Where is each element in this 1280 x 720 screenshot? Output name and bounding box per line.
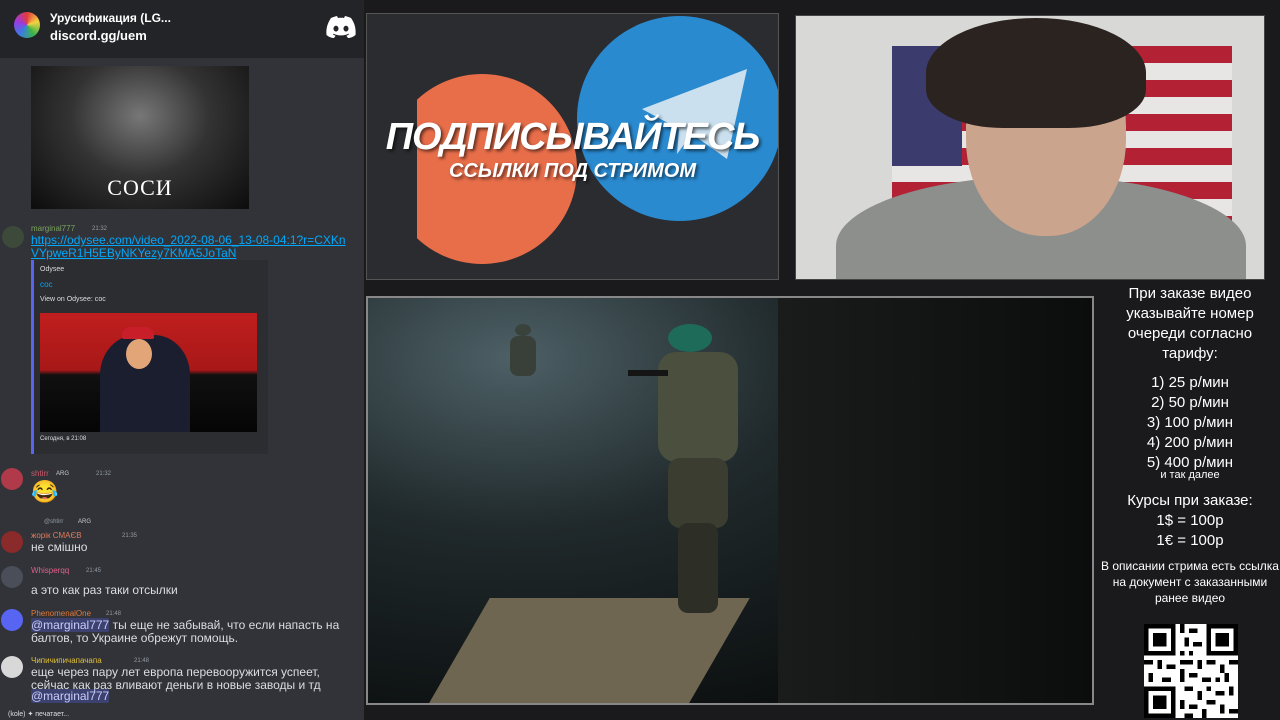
avatar[interactable]	[1, 468, 23, 490]
username[interactable]: Чипичипичапачапа	[31, 656, 102, 665]
timestamp: 21:35	[122, 533, 138, 539]
username[interactable]: PhenomenalOne	[31, 609, 91, 618]
server-link[interactable]: discord.gg/uem	[50, 28, 147, 43]
message-text: @marginal777 ты еще не забывай, что если…	[31, 618, 359, 645]
subscribe-banner: ПОДПИСЫВАЙТЕСЬ ССЫЛКИ ПОД СТРИМОМ	[366, 13, 779, 280]
tariff-list: 1) 25 р/мин 2) 50 р/мин 3) 100 р/мин 4) …	[1100, 373, 1280, 473]
avatar[interactable]	[1, 609, 23, 631]
course-item: 1$ = 100р	[1156, 512, 1224, 529]
courses-heading: Курсы при заказе:	[1127, 492, 1253, 509]
username[interactable]: жорік СМАЄВ	[31, 531, 82, 540]
banner-subtitle: ССЫЛКИ ПОД СТРИМОМ	[448, 160, 697, 182]
discord-widget-header: Урусификация (LG... discord.gg/uem	[0, 0, 364, 58]
avatar[interactable]	[2, 226, 24, 248]
embed-description: View on Odysee: сос	[40, 296, 106, 303]
emoji-message: 😂	[31, 479, 59, 504]
username[interactable]: shtirr	[31, 469, 49, 478]
exchange-rates: Курсы при заказе: 1$ = 100р 1€ = 100р	[1100, 491, 1280, 551]
discord-logo-icon	[326, 16, 356, 38]
user-badge: ARG	[56, 471, 70, 477]
tariff-item: 4) 200 р/мин	[1146, 434, 1234, 451]
message-text: не смішно	[31, 540, 88, 554]
embed-footer: Сегодня, в 21:08	[40, 436, 87, 442]
timestamp: 21:48	[106, 611, 122, 617]
embed-face	[126, 339, 152, 369]
soldier-figure-background	[510, 324, 536, 376]
tariff-item: 3) 100 р/мин	[1146, 414, 1234, 431]
attached-image[interactable]: СОСИ	[31, 66, 249, 209]
video-player[interactable]	[366, 296, 1094, 705]
embed-provider: Odysee	[40, 266, 65, 273]
tariff-item: 2) 50 р/мин	[1151, 394, 1229, 411]
banner-title: ПОДПИСЫВАЙТЕСЬ	[385, 116, 761, 158]
timestamp: 21:48	[134, 658, 150, 664]
username[interactable]: Whisperqq	[31, 566, 69, 575]
avatar[interactable]	[1, 566, 23, 588]
message-mention-line: @marginal777	[31, 689, 110, 703]
message-link[interactable]: https://odysee.com/video_2022-08-06_13-0…	[31, 234, 351, 260]
video-wall	[778, 298, 1092, 703]
embed-cap	[122, 327, 154, 339]
order-instructions: При заказе видео указывайте номер очеред…	[1126, 285, 1254, 362]
user-mention[interactable]: @marginal777	[31, 689, 110, 703]
streamer-webcam	[795, 15, 1265, 280]
soldier-figure	[628, 324, 738, 613]
timestamp: 21:32	[92, 226, 108, 232]
qr-code[interactable]	[1144, 624, 1238, 718]
timestamp: 21:32	[96, 471, 112, 477]
streamer-hair	[926, 18, 1146, 128]
course-item: 1€ = 100р	[1156, 532, 1224, 549]
reply-reference[interactable]: @shtirr	[44, 519, 63, 525]
discord-chat-overlay: Урусификация (LG... discord.gg/uem СОСИ …	[0, 0, 364, 720]
order-info-panel: При заказе видео указывайте номер очеред…	[1100, 282, 1280, 720]
server-name: Урусификация (LG...	[50, 11, 171, 25]
image-caption: СОСИ	[107, 175, 173, 200]
username[interactable]: marginal777	[31, 224, 75, 233]
tariff-item: 1) 25 р/мин	[1151, 374, 1229, 391]
avatar[interactable]	[1, 531, 23, 553]
user-mention[interactable]: @marginal777	[31, 618, 110, 632]
avatar[interactable]	[1, 656, 23, 678]
embed-title[interactable]: сос	[40, 280, 53, 289]
typing-indicator: (kole) ✦ печатает...	[8, 711, 70, 718]
embed-thumbnail[interactable]	[40, 313, 257, 432]
document-note: В описании стрима есть ссылка на докумен…	[1101, 559, 1279, 605]
tariff-more-note: и так далее	[1160, 469, 1220, 481]
user-badge: ARG	[78, 519, 92, 525]
server-icon	[14, 12, 40, 38]
message-text: а это как раз таки отсылки	[31, 583, 178, 597]
timestamp: 21:45	[86, 568, 102, 574]
